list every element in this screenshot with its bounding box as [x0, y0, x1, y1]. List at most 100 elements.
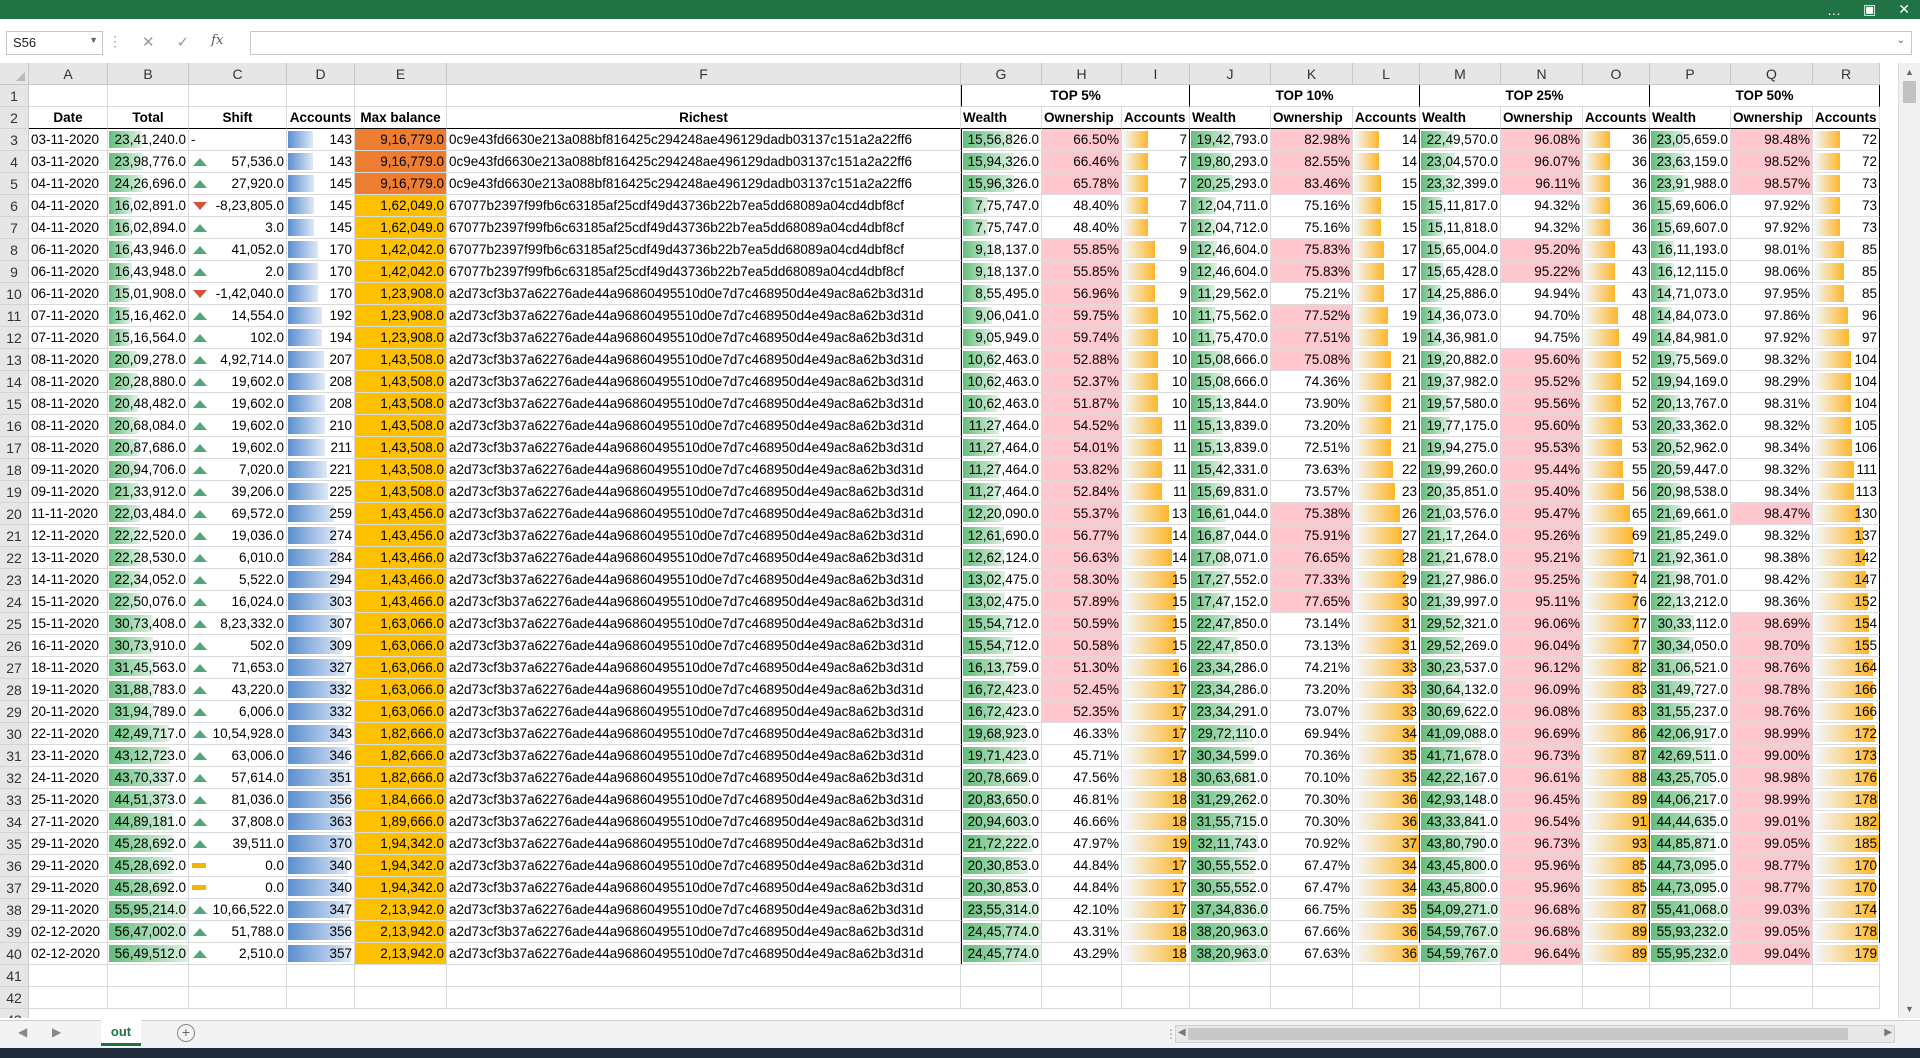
cell-I6[interactable]: 7: [1122, 195, 1190, 217]
column-header-I[interactable]: I: [1122, 63, 1190, 85]
cell-D34[interactable]: 363: [287, 811, 355, 833]
cell-D11[interactable]: 192: [287, 305, 355, 327]
cell-F30[interactable]: a2d73cf3b37a62276ade44a96860495510d0e7d7…: [447, 723, 961, 745]
cell-A39[interactable]: 02-12-2020: [29, 921, 108, 943]
cell-Q36[interactable]: 98.77%: [1731, 855, 1813, 877]
cell-M32[interactable]: 42,22,167.0: [1420, 767, 1501, 789]
cell-E36[interactable]: 1,94,342.0: [355, 855, 447, 877]
cell-Q27[interactable]: 98.76%: [1731, 657, 1813, 679]
cell-N10[interactable]: 94.94%: [1501, 283, 1583, 305]
cell-F34[interactable]: a2d73cf3b37a62276ade44a96860495510d0e7d7…: [447, 811, 961, 833]
cell-L40[interactable]: [1353, 943, 1420, 965]
cell-E35[interactable]: 1,94,342.0: [355, 833, 447, 855]
cell-D40[interactable]: [287, 943, 355, 965]
row-header-3[interactable]: 3: [0, 129, 29, 151]
cell-C36[interactable]: 0.0: [189, 855, 287, 877]
cell-A40[interactable]: [29, 943, 108, 965]
cell-P13[interactable]: 19,75,569.0: [1650, 349, 1731, 371]
cell-I39[interactable]: 18: [1122, 921, 1190, 943]
cell-B11[interactable]: 15,16,462.0: [108, 305, 189, 327]
cell-R4[interactable]: 72: [1813, 151, 1880, 173]
cell-P19[interactable]: 20,98,538.0: [1650, 481, 1731, 503]
cell-M4[interactable]: 23,04,570.0: [1420, 151, 1501, 173]
cell-C40[interactable]: [189, 943, 287, 965]
cell-J17[interactable]: 15,13,839.0: [1190, 437, 1271, 459]
cell-H41[interactable]: [1042, 965, 1122, 987]
cell-Q41[interactable]: [1731, 965, 1813, 987]
cell-K18[interactable]: 73.63%: [1271, 459, 1353, 481]
cell-Q30[interactable]: 98.99%: [1731, 723, 1813, 745]
cell-R35[interactable]: 185: [1813, 833, 1880, 855]
cell-C29[interactable]: 6,006.0: [189, 701, 287, 723]
cell-J16[interactable]: 15,13,839.0: [1190, 415, 1271, 437]
cell-L18[interactable]: 22: [1353, 459, 1420, 481]
cell-A23[interactable]: 14-11-2020: [29, 569, 108, 591]
cell-M35[interactable]: 43,80,790.0: [1420, 833, 1501, 855]
cell-J27[interactable]: 23,34,286.0: [1190, 657, 1271, 679]
cell-P4[interactable]: 23,63,159.0: [1650, 151, 1731, 173]
cell-N6[interactable]: 94.32%: [1501, 195, 1583, 217]
cell-A35[interactable]: 29-11-2020: [29, 833, 108, 855]
cell-D35[interactable]: 370: [287, 833, 355, 855]
cell-I8[interactable]: 9: [1122, 239, 1190, 261]
cell-G21[interactable]: 12,61,690.0: [961, 525, 1042, 547]
cell-I14[interactable]: 10: [1122, 371, 1190, 393]
cell-C8[interactable]: 41,052.0: [189, 239, 287, 261]
cell-D38[interactable]: 347: [287, 899, 355, 921]
cell-M39[interactable]: 54,59,767.0: [1420, 921, 1501, 943]
cell-B40[interactable]: [108, 943, 189, 965]
cell-O18[interactable]: 55: [1583, 459, 1650, 481]
cell-A34[interactable]: 27-11-2020: [29, 811, 108, 833]
cell-A15[interactable]: 08-11-2020: [29, 393, 108, 415]
cell-F23[interactable]: a2d73cf3b37a62276ade44a96860495510d0e7d7…: [447, 569, 961, 591]
cell-G28[interactable]: 16,72,423.0: [961, 679, 1042, 701]
cell-J12[interactable]: 11,75,470.0: [1190, 327, 1271, 349]
cell-D25[interactable]: 307: [287, 613, 355, 635]
cancel-icon[interactable]: ✕: [142, 33, 155, 51]
cell-C34[interactable]: 37,808.0: [189, 811, 287, 833]
group-header-top-1[interactable]: TOP 5%: [961, 85, 1190, 107]
cell-E29[interactable]: 1,63,066.0: [355, 701, 447, 723]
cell-B30[interactable]: 42,49,717.0: [108, 723, 189, 745]
cell-I27[interactable]: 16: [1122, 657, 1190, 679]
cell-I38[interactable]: 17: [1122, 899, 1190, 921]
cell-G39[interactable]: 24,45,774.0: [961, 921, 1042, 943]
cell-Q5[interactable]: 98.57%: [1731, 173, 1813, 195]
cell-E17[interactable]: 1,43,508.0: [355, 437, 447, 459]
cell-H35[interactable]: 47.97%: [1042, 833, 1122, 855]
cell-D14[interactable]: 208: [287, 371, 355, 393]
cell-B33[interactable]: 44,51,373.0: [108, 789, 189, 811]
cell-N41[interactable]: [1501, 965, 1583, 987]
cell-B12[interactable]: 15,16,564.0: [108, 327, 189, 349]
cell-I26[interactable]: 15: [1122, 635, 1190, 657]
cell-O5[interactable]: 36: [1583, 173, 1650, 195]
cell-H26[interactable]: 50.58%: [1042, 635, 1122, 657]
cell-I23[interactable]: 15: [1122, 569, 1190, 591]
cell-D22[interactable]: 284: [287, 547, 355, 569]
cell-D29[interactable]: 332: [287, 701, 355, 723]
row-header-19[interactable]: 19: [0, 481, 29, 503]
cell-E13[interactable]: 1,43,508.0: [355, 349, 447, 371]
cell-R7[interactable]: 73: [1813, 217, 1880, 239]
cell-O12[interactable]: 49: [1583, 327, 1650, 349]
cell-H42[interactable]: [1042, 987, 1122, 1009]
cell-H27[interactable]: 51.30%: [1042, 657, 1122, 679]
cell-F41[interactable]: [447, 965, 961, 987]
row-header-7[interactable]: 7: [0, 217, 29, 239]
cell-G36[interactable]: 20,30,853.0: [961, 855, 1042, 877]
cell-D27[interactable]: 327: [287, 657, 355, 679]
cell-N34[interactable]: 96.54%: [1501, 811, 1583, 833]
cell-B27[interactable]: 31,45,563.0: [108, 657, 189, 679]
cell-J14[interactable]: 15,08,666.0: [1190, 371, 1271, 393]
column-header-K[interactable]: K: [1271, 63, 1353, 85]
cell-R41[interactable]: [1813, 965, 1880, 987]
cell-M11[interactable]: 14,36,073.0: [1420, 305, 1501, 327]
cell-F3[interactable]: 0c9e43fd6630e213a088bf816425c294248ae496…: [447, 129, 961, 151]
cell-J4[interactable]: 19,80,293.0: [1190, 151, 1271, 173]
cell-P21[interactable]: 21,85,249.0: [1650, 525, 1731, 547]
cell-B3[interactable]: 23,41,240.0: [108, 129, 189, 151]
cell-R32[interactable]: 176: [1813, 767, 1880, 789]
cell-R6[interactable]: 73: [1813, 195, 1880, 217]
cell-G8[interactable]: 9,18,137.0: [961, 239, 1042, 261]
cell-M33[interactable]: 42,93,148.0: [1420, 789, 1501, 811]
